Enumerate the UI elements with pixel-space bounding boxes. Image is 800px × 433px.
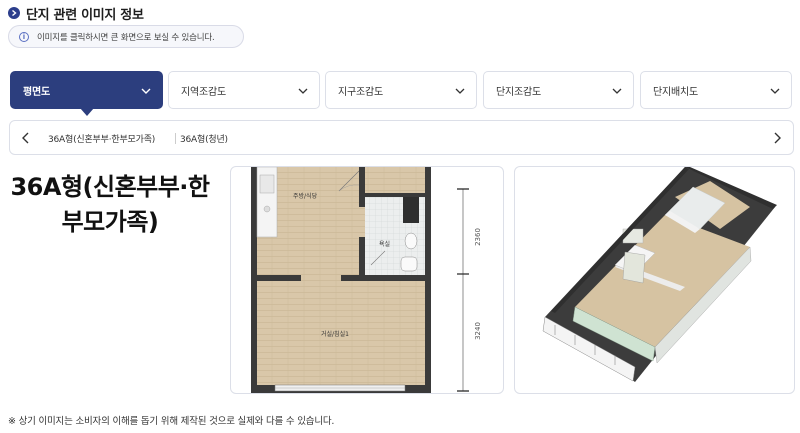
room-label-living: 거실/침실1: [321, 331, 349, 338]
info-icon: i: [19, 31, 29, 42]
tab-label: 지구조감도: [338, 86, 383, 98]
tab-label: 단지배치도: [653, 86, 698, 98]
tab-regional-aerial[interactable]: 지역조감도: [168, 71, 320, 109]
unit-type-36a-newlywed[interactable]: 36A형(신혼부부·한부모가족): [48, 132, 155, 145]
floor-plan-drawing: [251, 167, 469, 393]
unit-type-36a-youth[interactable]: 36A형(청년): [180, 132, 228, 145]
tab-label: 평면도: [23, 86, 50, 98]
chevron-down-icon: [455, 88, 465, 94]
chevron-down-icon: [298, 88, 308, 94]
unit-type-selector: 36A형(신혼부부·한부모가족) 36A형(청년): [9, 120, 794, 155]
room-label-bath: 욕실: [379, 241, 391, 248]
chevron-down-icon: [141, 88, 151, 94]
tab-label: 단지조감도: [496, 86, 541, 98]
notice-text: 이미지를 클릭하시면 큰 화면으로 보실 수 있습니다.: [37, 32, 215, 43]
room-label-kitchen: 주방/식당: [293, 193, 318, 200]
section-header: 단지 관련 이미지 정보: [8, 4, 144, 23]
dimension-label: 2360: [473, 228, 482, 246]
isometric-drawing: [542, 167, 777, 382]
tab-floor-plan[interactable]: 평면도: [10, 71, 163, 109]
tab-district-aerial[interactable]: 지구조감도: [325, 71, 477, 109]
isometric-floor-plan-image[interactable]: [514, 166, 795, 394]
chevron-left-icon[interactable]: [19, 131, 33, 145]
chevron-right-icon[interactable]: [770, 131, 784, 145]
chevron-down-icon: [612, 88, 622, 94]
divider: [175, 133, 176, 144]
notice-box: i 이미지를 클릭하시면 큰 화면으로 보실 수 있습니다.: [8, 25, 244, 48]
tab-complex-aerial[interactable]: 단지조감도: [483, 71, 634, 109]
floor-plan-image[interactable]: 주방/식당 욕실 거실/침실1 2360 3240: [230, 166, 504, 394]
tab-label: 지역조감도: [181, 86, 226, 98]
chevron-down-icon: [770, 88, 780, 94]
active-tab-pointer: [80, 108, 94, 116]
dimension-label: 3240: [473, 322, 482, 340]
tab-site-plan[interactable]: 단지배치도: [640, 71, 792, 109]
arrow-right-circle-icon: [8, 7, 20, 19]
unit-title: 36A형(신혼부부·한부모가족): [10, 173, 210, 236]
section-title: 단지 관련 이미지 정보: [26, 7, 144, 23]
disclaimer-footnote: ※ 상기 이미지는 소비자의 이해를 돕기 위해 제작된 것으로 실제와 다를 …: [8, 416, 335, 427]
